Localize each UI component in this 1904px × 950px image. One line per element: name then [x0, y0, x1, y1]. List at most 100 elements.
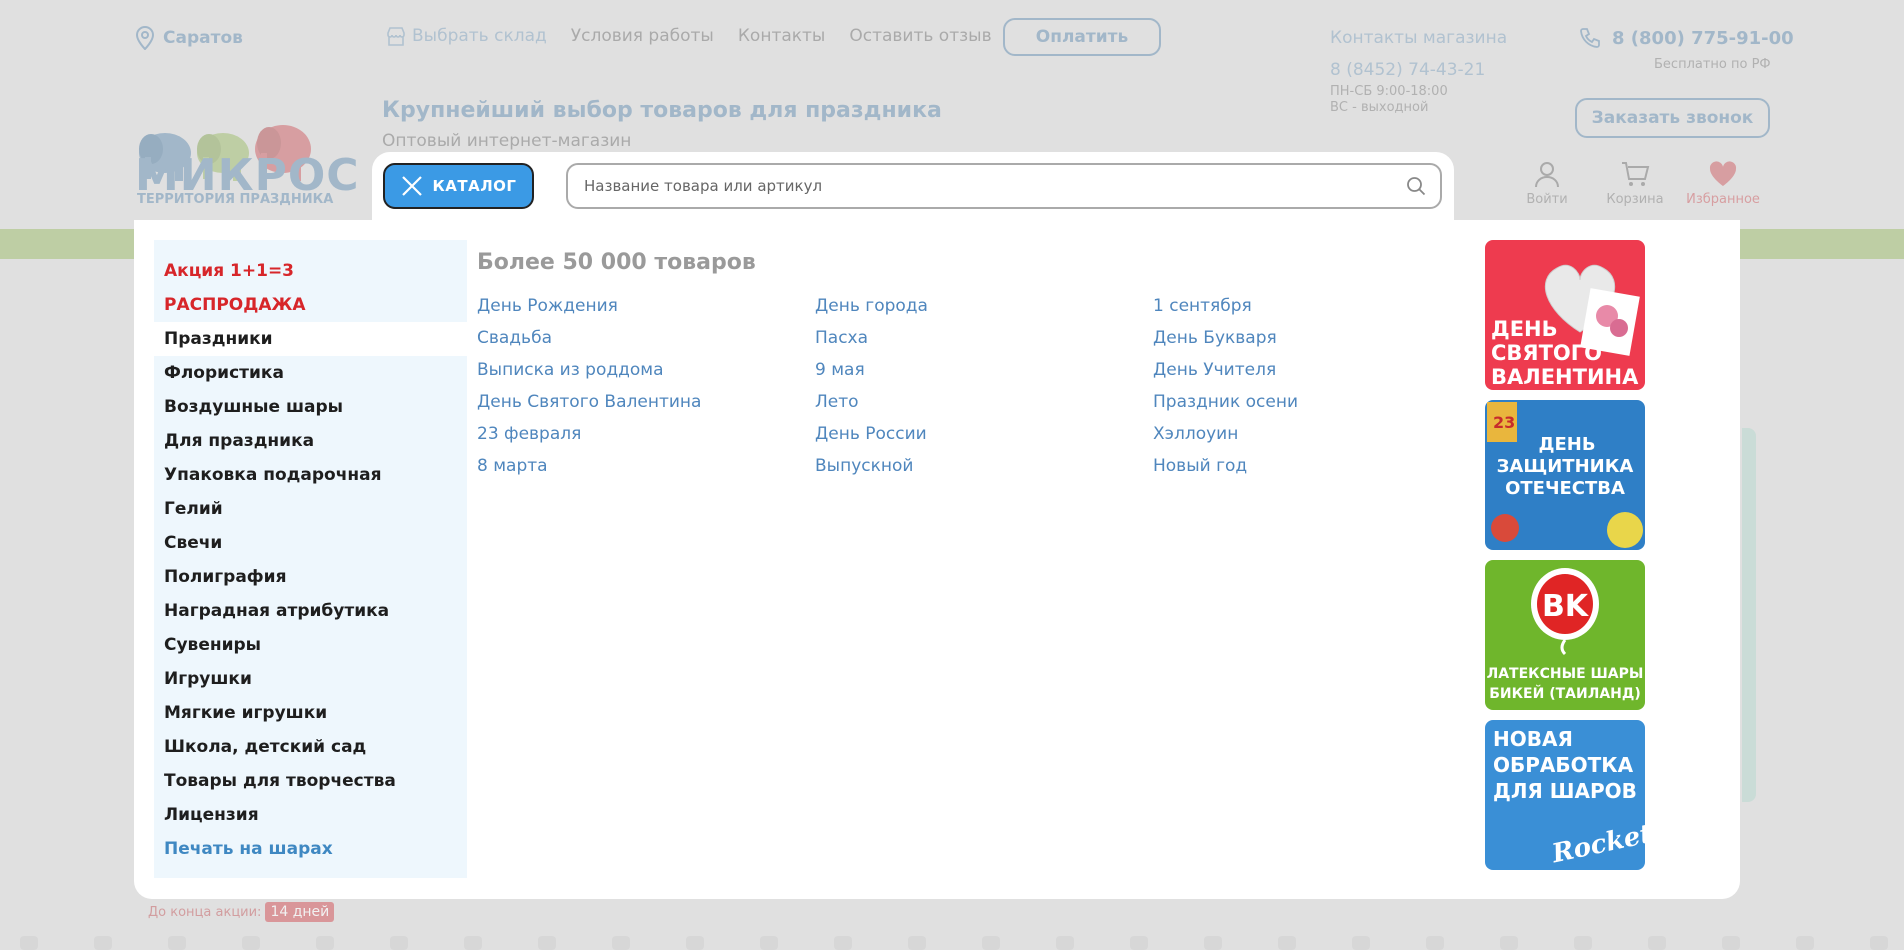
- main-phone-link[interactable]: 8 (800) 775-91-00: [1578, 26, 1794, 50]
- catalog-close-button[interactable]: КАТАЛОГ: [383, 163, 534, 209]
- subcategory-link[interactable]: Свадьба: [477, 328, 701, 360]
- category-souvenirs[interactable]: Сувениры: [154, 628, 467, 662]
- logo-subtitle: ТЕРРИТОРИЯ ПРАЗДНИКА: [137, 192, 334, 207]
- catalog-label: КАТАЛОГ: [432, 177, 517, 195]
- subcategory-column-2: День города Пасха 9 мая Лето День России…: [815, 296, 928, 488]
- search-box: [566, 163, 1442, 209]
- decorative-dot: [1870, 936, 1888, 950]
- decorative-dot: [908, 936, 926, 950]
- store-hours-sunday: ВС - выходной: [1330, 100, 1429, 115]
- decorative-dot: [94, 936, 112, 950]
- subcategory-link[interactable]: Новый год: [1153, 456, 1298, 488]
- free-call-note: Бесплатно по РФ: [1654, 57, 1771, 72]
- decorative-dot: [1278, 936, 1296, 950]
- subcategory-link[interactable]: День Учителя: [1153, 360, 1298, 392]
- decorative-dot: [390, 936, 408, 950]
- cart-icon: [1622, 162, 1650, 186]
- subcategory-link[interactable]: Праздник осени: [1153, 392, 1298, 424]
- subcategory-column-3: 1 сентября День Букваря День Учителя Пра…: [1153, 296, 1298, 488]
- subcategory-link[interactable]: Выпускной: [815, 456, 928, 488]
- subcategory-link[interactable]: День Святого Валентина: [477, 392, 701, 424]
- subcategory-link[interactable]: 8 марта: [477, 456, 701, 488]
- decorative-dot: [1574, 936, 1592, 950]
- nav-contacts[interactable]: Контакты: [738, 26, 826, 46]
- decorative-dot: [1796, 936, 1814, 950]
- site-subtagline: Оптовый интернет-магазин: [382, 131, 632, 151]
- favorites-label: Избранное: [1686, 192, 1760, 207]
- user-actions: Войти Корзина Избранное: [1518, 160, 1760, 207]
- category-list: Акция 1+1=3 РАСПРОДАЖА Праздники Флорист…: [154, 240, 467, 878]
- subcategory-link[interactable]: День Букваря: [1153, 328, 1298, 360]
- decorative-dot: [1500, 936, 1518, 950]
- decorative-dots-row: [20, 936, 1888, 950]
- login-button[interactable]: Войти: [1518, 160, 1576, 207]
- subcategory-link[interactable]: День города: [815, 296, 928, 328]
- site-tagline: Крупнейший выбор товаров для праздника: [382, 98, 942, 123]
- subcategory-link[interactable]: 23 февраля: [477, 424, 701, 456]
- decorative-dot: [538, 936, 556, 950]
- store-icon: [387, 27, 405, 46]
- banner-valentines-day[interactable]: ДЕНЬ СВЯТОГО ВАЛЕНТИНА: [1485, 240, 1645, 390]
- category-floristics[interactable]: Флористика: [154, 356, 467, 390]
- category-promo-1plus1[interactable]: Акция 1+1=3: [154, 254, 467, 288]
- category-license[interactable]: Лицензия: [154, 798, 467, 832]
- category-sale[interactable]: РАСПРОДАЖА: [154, 288, 467, 322]
- store-phone[interactable]: 8 (8452) 74-43-21: [1330, 60, 1485, 80]
- decorative-dot: [1352, 936, 1370, 950]
- category-holidays[interactable]: Праздники: [154, 322, 467, 356]
- banner-defender-day[interactable]: 23 ДЕНЬ ЗАЩИТНИКА ОТЕЧЕСТВА: [1485, 400, 1645, 550]
- banner-23-badge: 23: [1493, 413, 1515, 432]
- user-icon: [1535, 162, 1559, 188]
- category-helium[interactable]: Гелий: [154, 492, 467, 526]
- request-callback-button[interactable]: Заказать звонок: [1575, 98, 1770, 138]
- search-input[interactable]: [582, 176, 1406, 196]
- subcategory-link[interactable]: День Рождения: [477, 296, 701, 328]
- city-label: Саратов: [163, 28, 243, 48]
- decorative-dot: [1204, 936, 1222, 950]
- category-printing[interactable]: Полиграфия: [154, 560, 467, 594]
- nav-leave-review[interactable]: Оставить отзыв: [849, 26, 991, 46]
- category-gift-wrap[interactable]: Упаковка подарочная: [154, 458, 467, 492]
- search-icon[interactable]: [1406, 176, 1426, 196]
- decorative-dot: [1130, 936, 1148, 950]
- category-toys[interactable]: Игрушки: [154, 662, 467, 696]
- category-balloons[interactable]: Воздушные шары: [154, 390, 467, 424]
- subcategory-link[interactable]: Хэллоуин: [1153, 424, 1298, 456]
- category-crafts[interactable]: Товары для творчества: [154, 764, 467, 798]
- banner-bk-logo: BK: [1542, 589, 1590, 624]
- category-party-supplies[interactable]: Для праздника: [154, 424, 467, 458]
- subcategory-link[interactable]: 9 мая: [815, 360, 928, 392]
- cart-label: Корзина: [1606, 192, 1664, 207]
- subcategory-link[interactable]: Пасха: [815, 328, 928, 360]
- background-decoration: [1742, 428, 1756, 802]
- city-selector[interactable]: Саратов: [135, 26, 243, 50]
- heart-icon: [1709, 161, 1737, 186]
- favorites-button[interactable]: Избранное: [1686, 160, 1760, 207]
- nav-choose-warehouse[interactable]: Выбрать склад: [386, 26, 547, 46]
- decorative-dot: [834, 936, 852, 950]
- banner-bk-latex-balloons[interactable]: BK ЛАТЕКСНЫЕ ШАРЫ БИКЕЙ (ТАИЛАНД): [1485, 560, 1645, 710]
- promo-countdown: До конца акции: 14 дней: [148, 902, 335, 922]
- subcategory-link[interactable]: Лето: [815, 392, 928, 424]
- cart-button[interactable]: Корзина: [1606, 160, 1664, 207]
- pay-button[interactable]: Оплатить: [1003, 18, 1161, 56]
- subcategory-link[interactable]: Выписка из роддома: [477, 360, 701, 392]
- nav-terms[interactable]: Условия работы: [571, 26, 714, 46]
- category-plush-toys[interactable]: Мягкие игрушки: [154, 696, 467, 730]
- banner-balloon-treatment[interactable]: НОВАЯ ОБРАБОТКА ДЛЯ ШАРОВ Rocket: [1485, 720, 1645, 870]
- decorative-dot: [316, 936, 334, 950]
- category-candles[interactable]: Свечи: [154, 526, 467, 560]
- category-balloon-printing[interactable]: Печать на шарах: [154, 832, 467, 866]
- category-school[interactable]: Школа, детский сад: [154, 730, 467, 764]
- subcategory-link[interactable]: 1 сентября: [1153, 296, 1298, 328]
- decorative-dot: [20, 936, 38, 950]
- decorative-dot: [760, 936, 778, 950]
- subcategory-link[interactable]: День России: [815, 424, 928, 456]
- decorative-dot: [982, 936, 1000, 950]
- phone-icon: [1580, 28, 1600, 48]
- main-phone-number: 8 (800) 775-91-00: [1612, 27, 1794, 49]
- category-awards[interactable]: Наградная атрибутика: [154, 594, 467, 628]
- decorative-dot: [612, 936, 630, 950]
- store-contacts-link[interactable]: Контакты магазина: [1330, 28, 1507, 48]
- subcategory-title: Более 50 000 товаров: [477, 250, 756, 275]
